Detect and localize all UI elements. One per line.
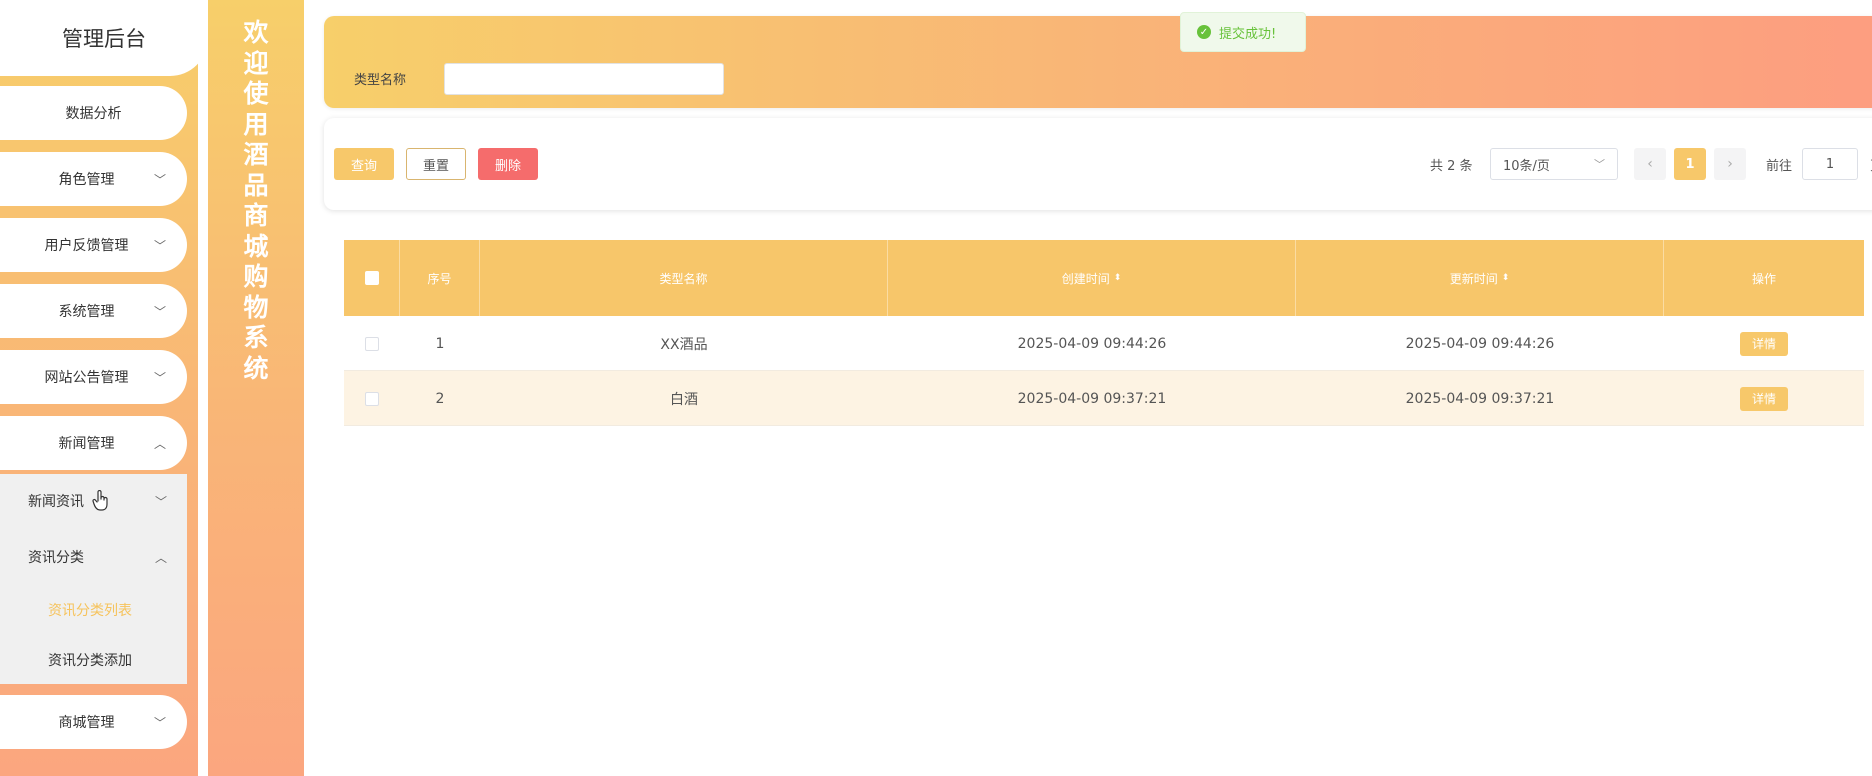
toolbar: 查询 重置 删除 共 2 条 10条/页 ﹀ ‹ 1 › 前往 1 页: [324, 118, 1872, 210]
select-all-cell: [344, 240, 400, 316]
prev-page-button[interactable]: ‹: [1634, 148, 1666, 180]
goto-page-input[interactable]: 1: [1802, 148, 1858, 180]
goto-label: 前往: [1766, 159, 1793, 174]
submenu-news-category[interactable]: 资讯分类 ︿: [0, 530, 187, 584]
cell-updated: 2025-04-09 09:37:21: [1405, 390, 1555, 407]
current-page-button[interactable]: 1: [1674, 148, 1706, 180]
row-checkbox-cell: [344, 316, 400, 371]
cell-created: 2025-04-09 09:44:26: [1017, 335, 1167, 352]
select-all-checkbox[interactable]: [364, 271, 379, 285]
chevron-up-icon: ︿: [154, 550, 167, 565]
sidebar-title: 管理后台: [0, 0, 208, 76]
next-page-button[interactable]: ›: [1714, 148, 1746, 180]
welcome-text: 欢迎使用酒品商城购物系统: [243, 18, 269, 383]
cell-created: 2025-04-09 09:37:21: [1017, 390, 1167, 407]
pager-total: 共 2 条: [1430, 159, 1473, 174]
cell-index: 1: [435, 335, 445, 352]
header-created-label: 创建时间: [1061, 271, 1110, 286]
toast-message: 提交成功!: [1219, 26, 1277, 42]
sidebar-item-label: 角色管理: [58, 172, 115, 188]
sidebar-item-label: 新闻管理: [58, 436, 115, 452]
hand-cursor-icon: [92, 490, 108, 511]
main-content: 类型名称 查询 重置 删除 共 2 条 10条/页 ﹀ ‹ 1 › 前往 1 页…: [304, 0, 1872, 776]
chevron-down-icon: ﹀: [154, 494, 167, 509]
sidebar-item-label: 系统管理: [58, 304, 115, 320]
cell-index: 2: [435, 390, 445, 407]
cell-actions: 详情: [1664, 316, 1864, 371]
chevron-up-icon: ︿: [153, 436, 166, 451]
delete-button[interactable]: 删除: [478, 148, 538, 180]
sidebar-item-label: 用户反馈管理: [44, 238, 129, 254]
sidebar-item-data-analysis[interactable]: 数据分析: [0, 86, 187, 140]
submenu-category-list[interactable]: 资讯分类列表: [48, 600, 132, 620]
sidebar-item-roles[interactable]: 角色管理 ﹀: [0, 152, 187, 206]
row-checkbox[interactable]: [365, 336, 379, 351]
sidebar-item-system[interactable]: 系统管理 ﹀: [0, 284, 187, 338]
table-header: 序号 类型名称 创建时间 ⬍ 更新时间 ⬍ 操作: [344, 240, 1864, 316]
chevron-down-icon: ﹀: [153, 370, 166, 385]
cell-updated: 2025-04-09 09:44:26: [1405, 335, 1555, 352]
chevron-down-icon: ﹀: [1594, 158, 1605, 171]
divider: [198, 0, 208, 776]
detail-button[interactable]: 详情: [1740, 386, 1788, 411]
header-updated[interactable]: 更新时间 ⬍: [1296, 240, 1664, 316]
sidebar-item-news[interactable]: 新闻管理 ︿: [0, 416, 187, 470]
reset-button[interactable]: 重置: [406, 148, 466, 180]
sidebar-item-announcements[interactable]: 网站公告管理 ﹀: [0, 350, 187, 404]
search-bar: 类型名称: [324, 16, 1872, 108]
sidebar: 管理后台 数据分析 角色管理 ﹀ 用户反馈管理 ﹀ 系统管理 ﹀ 网站公告管理 …: [0, 0, 208, 776]
sidebar-item-label: 商城管理: [58, 715, 115, 731]
table-row: 1 XX酒品 2025-04-09 09:44:26 2025-04-09 09…: [344, 316, 1864, 371]
success-toast: ✓ 提交成功!: [1180, 12, 1306, 52]
table-row: 2 白酒 2025-04-09 09:37:21 2025-04-09 09:3…: [344, 371, 1864, 426]
search-input[interactable]: [444, 63, 724, 95]
sidebar-item-label: 数据分析: [65, 106, 122, 122]
sidebar-item-feedback[interactable]: 用户反馈管理 ﹀: [0, 218, 187, 272]
check-circle-icon: ✓: [1197, 25, 1211, 39]
header-created[interactable]: 创建时间 ⬍: [888, 240, 1296, 316]
header-index: 序号: [400, 240, 480, 316]
sidebar-item-shop[interactable]: 商城管理 ﹀: [0, 695, 187, 749]
page-size-value: 10条/页: [1503, 158, 1550, 174]
cell-name: 白酒: [670, 391, 698, 408]
chevron-down-icon: ﹀: [153, 172, 166, 187]
submenu-category-add[interactable]: 资讯分类添加: [48, 650, 132, 670]
cell-name: XX酒品: [660, 336, 708, 353]
sort-icon[interactable]: ⬍: [1502, 273, 1510, 283]
sort-icon[interactable]: ⬍: [1114, 273, 1122, 283]
header-actions: 操作: [1751, 271, 1776, 286]
submenu-label: 资讯分类: [28, 550, 84, 566]
cell-actions: 详情: [1664, 371, 1864, 426]
page-size-select[interactable]: 10条/页 ﹀: [1490, 148, 1618, 180]
search-label: 类型名称: [354, 73, 407, 88]
chevron-down-icon: ﹀: [153, 715, 166, 730]
row-checkbox[interactable]: [365, 391, 379, 406]
query-button[interactable]: 查询: [334, 148, 394, 180]
detail-button[interactable]: 详情: [1740, 331, 1788, 356]
chevron-down-icon: ﹀: [153, 238, 166, 253]
header-updated-label: 更新时间: [1449, 271, 1498, 286]
welcome-banner: 欢迎使用酒品商城购物系统: [208, 0, 304, 776]
sidebar-item-label: 网站公告管理: [44, 370, 129, 386]
header-name: 类型名称: [480, 240, 888, 316]
chevron-down-icon: ﹀: [153, 304, 166, 319]
row-checkbox-cell: [344, 371, 400, 426]
